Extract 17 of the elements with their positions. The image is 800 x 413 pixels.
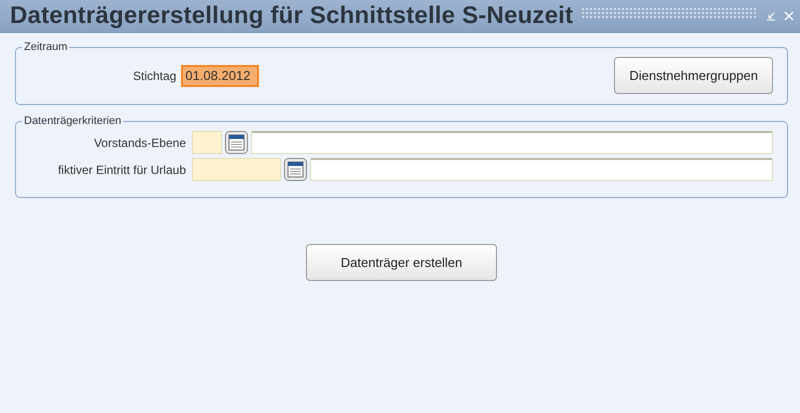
group-title: Zeitraum xyxy=(23,41,68,53)
window-title: Datenträgererstellung für Schnittstelle S-Neuzeit xyxy=(10,2,574,30)
create-button[interactable]: Datenträger erstellen xyxy=(306,244,497,281)
field-label: Stichtag xyxy=(133,68,176,82)
groups-button[interactable]: Dienstnehmergruppen xyxy=(614,57,773,94)
minimize-icon[interactable] xyxy=(766,11,776,21)
calendar-icon[interactable] xyxy=(284,158,307,181)
close-icon[interactable] xyxy=(784,11,794,21)
input-field[interactable] xyxy=(192,158,281,181)
date-field[interactable]: 01.08.2012 xyxy=(181,64,260,86)
group-title: Datenträgerkriterien xyxy=(23,115,122,127)
field-label: fiktiver Eintritt für Urlaub xyxy=(56,162,186,176)
input-field[interactable] xyxy=(251,131,773,154)
input-field[interactable] xyxy=(192,131,222,154)
input-field[interactable] xyxy=(310,158,773,181)
field-label: Vorstands-Ebene xyxy=(92,136,186,150)
calendar-icon[interactable] xyxy=(225,131,248,154)
